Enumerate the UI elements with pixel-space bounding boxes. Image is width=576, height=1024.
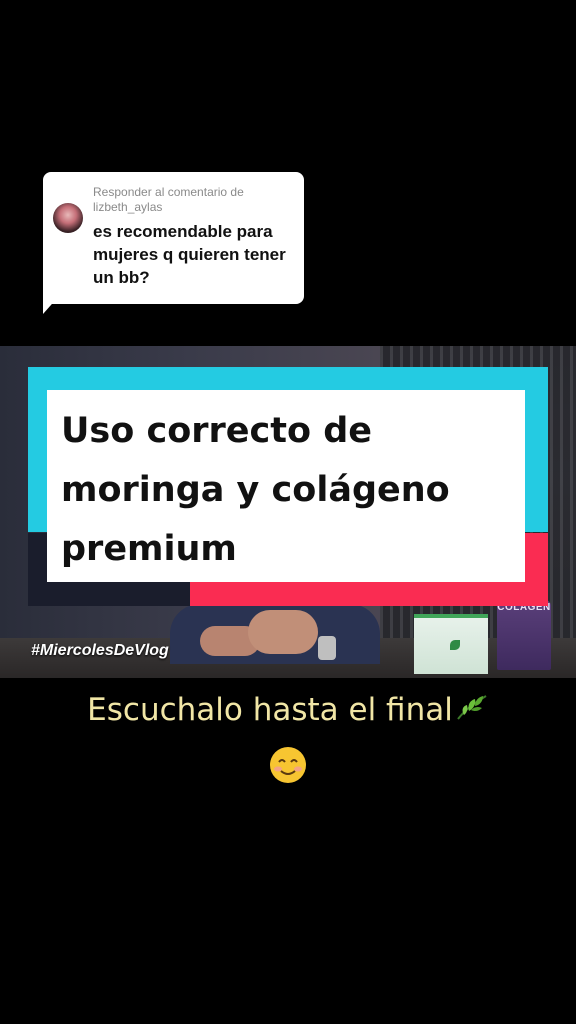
reply-header-label: Responder al comentario de xyxy=(93,185,244,199)
video-frame[interactable]: COLÁGEN Uso correcto de moringa y coláge… xyxy=(0,346,576,678)
avatar[interactable] xyxy=(53,203,83,233)
herb-leaf-icon xyxy=(455,692,489,732)
caption: Escuchalo hasta el final xyxy=(0,690,576,732)
reply-bubble-tail xyxy=(43,296,59,314)
reply-username[interactable]: lizbeth_aylas xyxy=(93,200,293,215)
presenter-clasped-hands xyxy=(248,610,318,654)
wrist-watch xyxy=(318,636,336,660)
reply-comment-text: es recomendable para mujeres q quieren t… xyxy=(93,222,286,287)
hashtag-overlay: #MiercolesDeVlog xyxy=(31,642,169,659)
smiling-face-icon xyxy=(268,745,308,785)
caption-text: Escuchalo hasta el final xyxy=(87,692,453,728)
reply-comment-bubble[interactable]: Responder al comentario de lizbeth_aylas… xyxy=(43,172,304,304)
reply-header: Responder al comentario de lizbeth_aylas xyxy=(93,185,293,215)
leaf-logo-icon xyxy=(450,640,460,650)
video-title: Uso correcto de moringa y colágeno premi… xyxy=(61,411,450,569)
title-card: Uso correcto de moringa y colágeno premi… xyxy=(47,390,525,582)
